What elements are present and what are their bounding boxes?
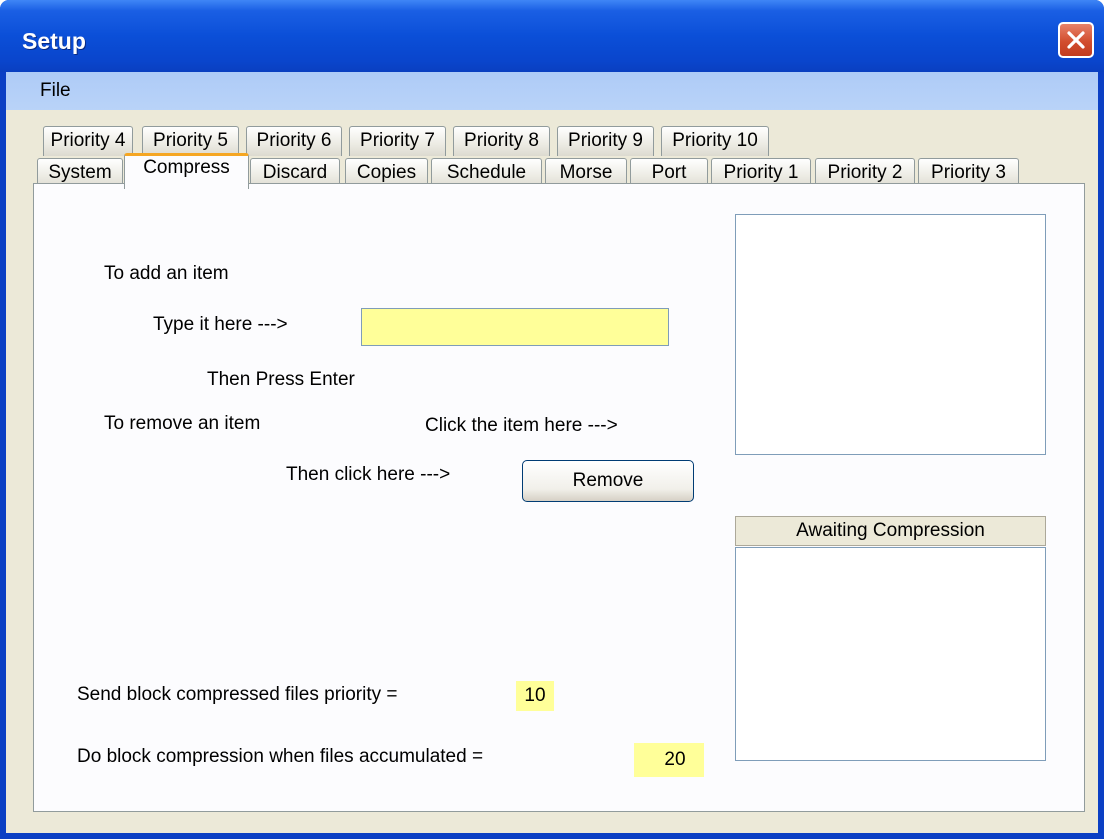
setup-window: Setup File Priority 4 Priority 5 Priorit…: [0, 0, 1104, 839]
accumulate-label: Do block compression when files accumula…: [77, 746, 484, 767]
add-item-heading: To add an item: [104, 263, 229, 284]
awaiting-compression-list[interactable]: [735, 547, 1046, 761]
remove-item-heading: To remove an item: [104, 413, 261, 434]
type-it-label: Type it here --->: [153, 314, 288, 335]
accumulate-value-field[interactable]: 20: [634, 743, 704, 777]
menu-bar: File: [6, 72, 1098, 110]
add-item-input[interactable]: [361, 308, 669, 346]
title-bar[interactable]: Setup: [0, 0, 1104, 72]
tab-compress[interactable]: Compress: [124, 153, 249, 189]
tab-priority-8[interactable]: Priority 8: [453, 126, 550, 156]
priority-value-field[interactable]: 10: [516, 681, 554, 711]
close-icon: [1067, 31, 1085, 49]
menu-file[interactable]: File: [40, 80, 71, 102]
tab-priority-7[interactable]: Priority 7: [349, 126, 446, 156]
tab-priority-9[interactable]: Priority 9: [557, 126, 654, 156]
tab-priority-10[interactable]: Priority 10: [661, 126, 769, 156]
tab-priority-6[interactable]: Priority 6: [246, 126, 342, 156]
tab-priority-4[interactable]: Priority 4: [43, 126, 133, 156]
items-listbox[interactable]: [735, 214, 1046, 455]
then-press-enter-label: Then Press Enter: [207, 369, 355, 390]
window-title: Setup: [22, 28, 86, 54]
window-client-area: File Priority 4 Priority 5 Priority 6 Pr…: [6, 72, 1098, 833]
then-click-label: Then click here --->: [286, 464, 451, 485]
awaiting-compression-header: Awaiting Compression: [735, 516, 1046, 546]
close-button[interactable]: [1058, 22, 1094, 58]
click-item-label: Click the item here --->: [425, 415, 618, 436]
remove-button[interactable]: Remove: [522, 460, 694, 502]
priority-label: Send block compressed files priority =: [77, 684, 398, 705]
tab-priority-5[interactable]: Priority 5: [142, 126, 239, 156]
compress-tab-panel: To add an item Type it here ---> Then Pr…: [33, 183, 1085, 812]
